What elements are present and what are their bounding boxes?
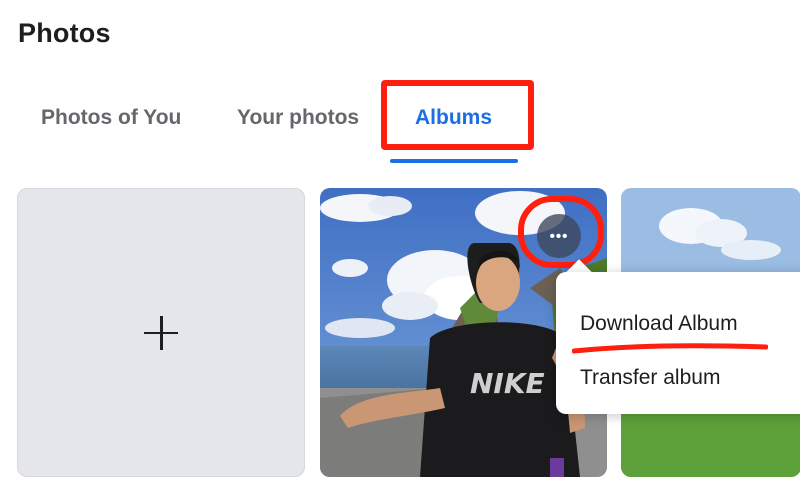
more-horizontal-icon: ••• xyxy=(549,227,569,245)
album-options-menu: Download Album Transfer album xyxy=(556,272,800,414)
menu-item-download-album[interactable]: Download Album xyxy=(580,312,738,336)
create-album-card[interactable] xyxy=(17,188,305,477)
plus-icon xyxy=(144,315,178,350)
tab-photos-of-you[interactable]: Photos of You xyxy=(41,106,181,130)
active-tab-indicator xyxy=(390,159,518,163)
menu-item-transfer-album[interactable]: Transfer album xyxy=(580,366,720,390)
tab-your-photos[interactable]: Your photos xyxy=(237,106,359,130)
tab-bar: Photos of You Your photos Albums xyxy=(0,80,800,170)
more-options-button[interactable]: ••• xyxy=(537,214,581,258)
page-title: Photos xyxy=(18,18,111,48)
tab-albums[interactable]: Albums xyxy=(415,106,492,130)
svg-text:NIKE: NIKE xyxy=(470,367,545,400)
